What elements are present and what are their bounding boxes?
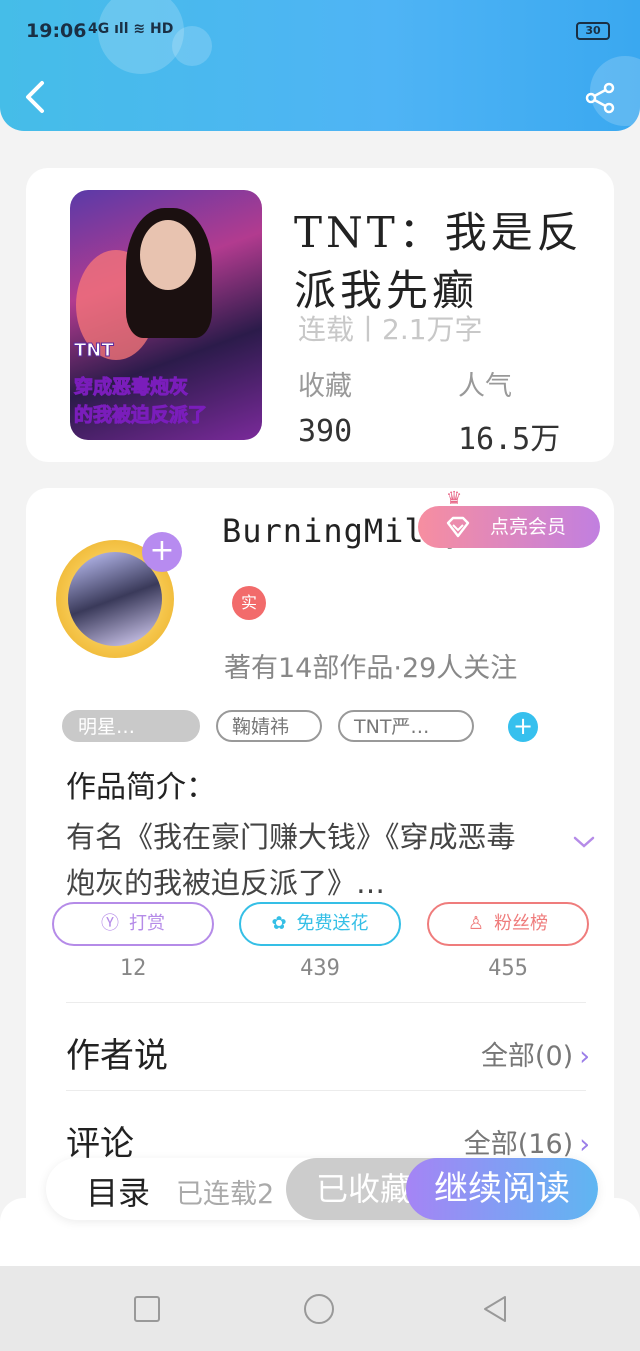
author-works-info: 著有14部作品·29人关注 [224,653,518,684]
flower-icon: ✿ [271,913,287,934]
popularity-value: 16.5万 [458,422,561,457]
cover-title-line: 的我被迫反派了 [73,404,208,427]
flower-count: 439 [300,956,340,981]
home-circle-icon[interactable] [302,1292,336,1326]
fans-rank-button[interactable]: ♙ 粉丝榜 [427,902,589,946]
verified-badge: 实 [232,586,266,620]
status-time: 19:06 [26,20,87,42]
comments-all-link[interactable]: 全部(16) › [464,1122,590,1161]
chevron-right-icon: › [579,1041,590,1072]
system-nav-bar [0,1266,640,1351]
tag-chip[interactable]: TNT严… [338,710,474,742]
send-flower-label: 免费送花 [296,913,369,934]
follow-plus-icon[interactable]: + [142,532,182,572]
signal-icons: 4G ıll ≋ HD [88,21,174,37]
bottom-action-bar: 目录 已连载2 已收藏 继续阅读 [46,1158,598,1220]
intro-text[interactable]: 有名《我在豪门赚大钱》《穿成恶毒炮灰的我被迫反派了》… [66,814,536,906]
favorites-value: 390 [298,414,353,449]
author-card: + BurningMilky ♛ 点亮会员 实 著有14部作品·29人关注 明星… [26,488,614,1228]
back-arrow-icon[interactable] [22,80,50,114]
send-flower-button[interactable]: ✿ 免费送花 [239,902,401,946]
back-triangle-icon[interactable] [480,1294,510,1324]
tip-count: 12 [119,956,147,981]
tag-chip[interactable]: 鞠婧祎 [216,710,322,742]
divider [66,1002,586,1003]
share-icon[interactable] [584,82,616,114]
chevron-right-icon: › [579,1129,590,1160]
fans-rank-label: 粉丝榜 [494,913,549,934]
fans-count: 455 [488,956,528,981]
yen-icon: Ⓨ [101,913,119,934]
divider [66,1090,586,1091]
fans-icon: ♙ [467,913,485,934]
vip-button-label: 点亮会员 [490,516,567,538]
tip-label: 打赏 [129,913,165,934]
author-says-all-label: 全部(0) [480,1041,574,1072]
cover-art [140,220,196,290]
serial-info: 连载丨2.1万字 [298,313,483,346]
serial-count: 已连载2 [176,1179,275,1210]
continue-reading-button[interactable]: 继续阅读 [406,1158,598,1220]
chevron-down-icon[interactable] [572,834,596,850]
battery-icon: 30 [576,22,610,40]
comments-all-label: 全部(16) [463,1129,574,1160]
book-title: TNT：我是反派我先癫 [294,208,583,315]
cover-tag: TNT [74,340,115,362]
tag-chip[interactable]: 明星… [62,710,200,742]
intro-heading: 作品简介： [66,770,216,805]
favorites-label: 收藏 [298,371,352,402]
decor-bubble [98,0,184,74]
popularity-label: 人气 [458,371,512,402]
decor-bubble [172,26,212,66]
tip-button[interactable]: Ⓨ 打赏 [52,902,214,946]
book-info-card: TNT 穿成恶毒炮灰 的我被迫反派了 TNT：我是反派我先癫 连载丨2.1万字 … [26,168,614,462]
diamond-icon [446,516,470,538]
author-says-all-link[interactable]: 全部(0) › [481,1034,590,1073]
recents-square-icon[interactable] [132,1294,162,1324]
book-cover[interactable]: TNT 穿成恶毒炮灰 的我被迫反派了 [70,190,262,440]
author-says-label: 作者说 [66,1036,168,1076]
toc-button[interactable]: 目录 [86,1168,150,1214]
add-tag-icon[interactable]: + [508,712,538,742]
cover-title-line: 穿成恶毒炮灰 [73,376,189,399]
top-header: 19:06 4G ıll ≋ HD 30 [0,0,640,131]
